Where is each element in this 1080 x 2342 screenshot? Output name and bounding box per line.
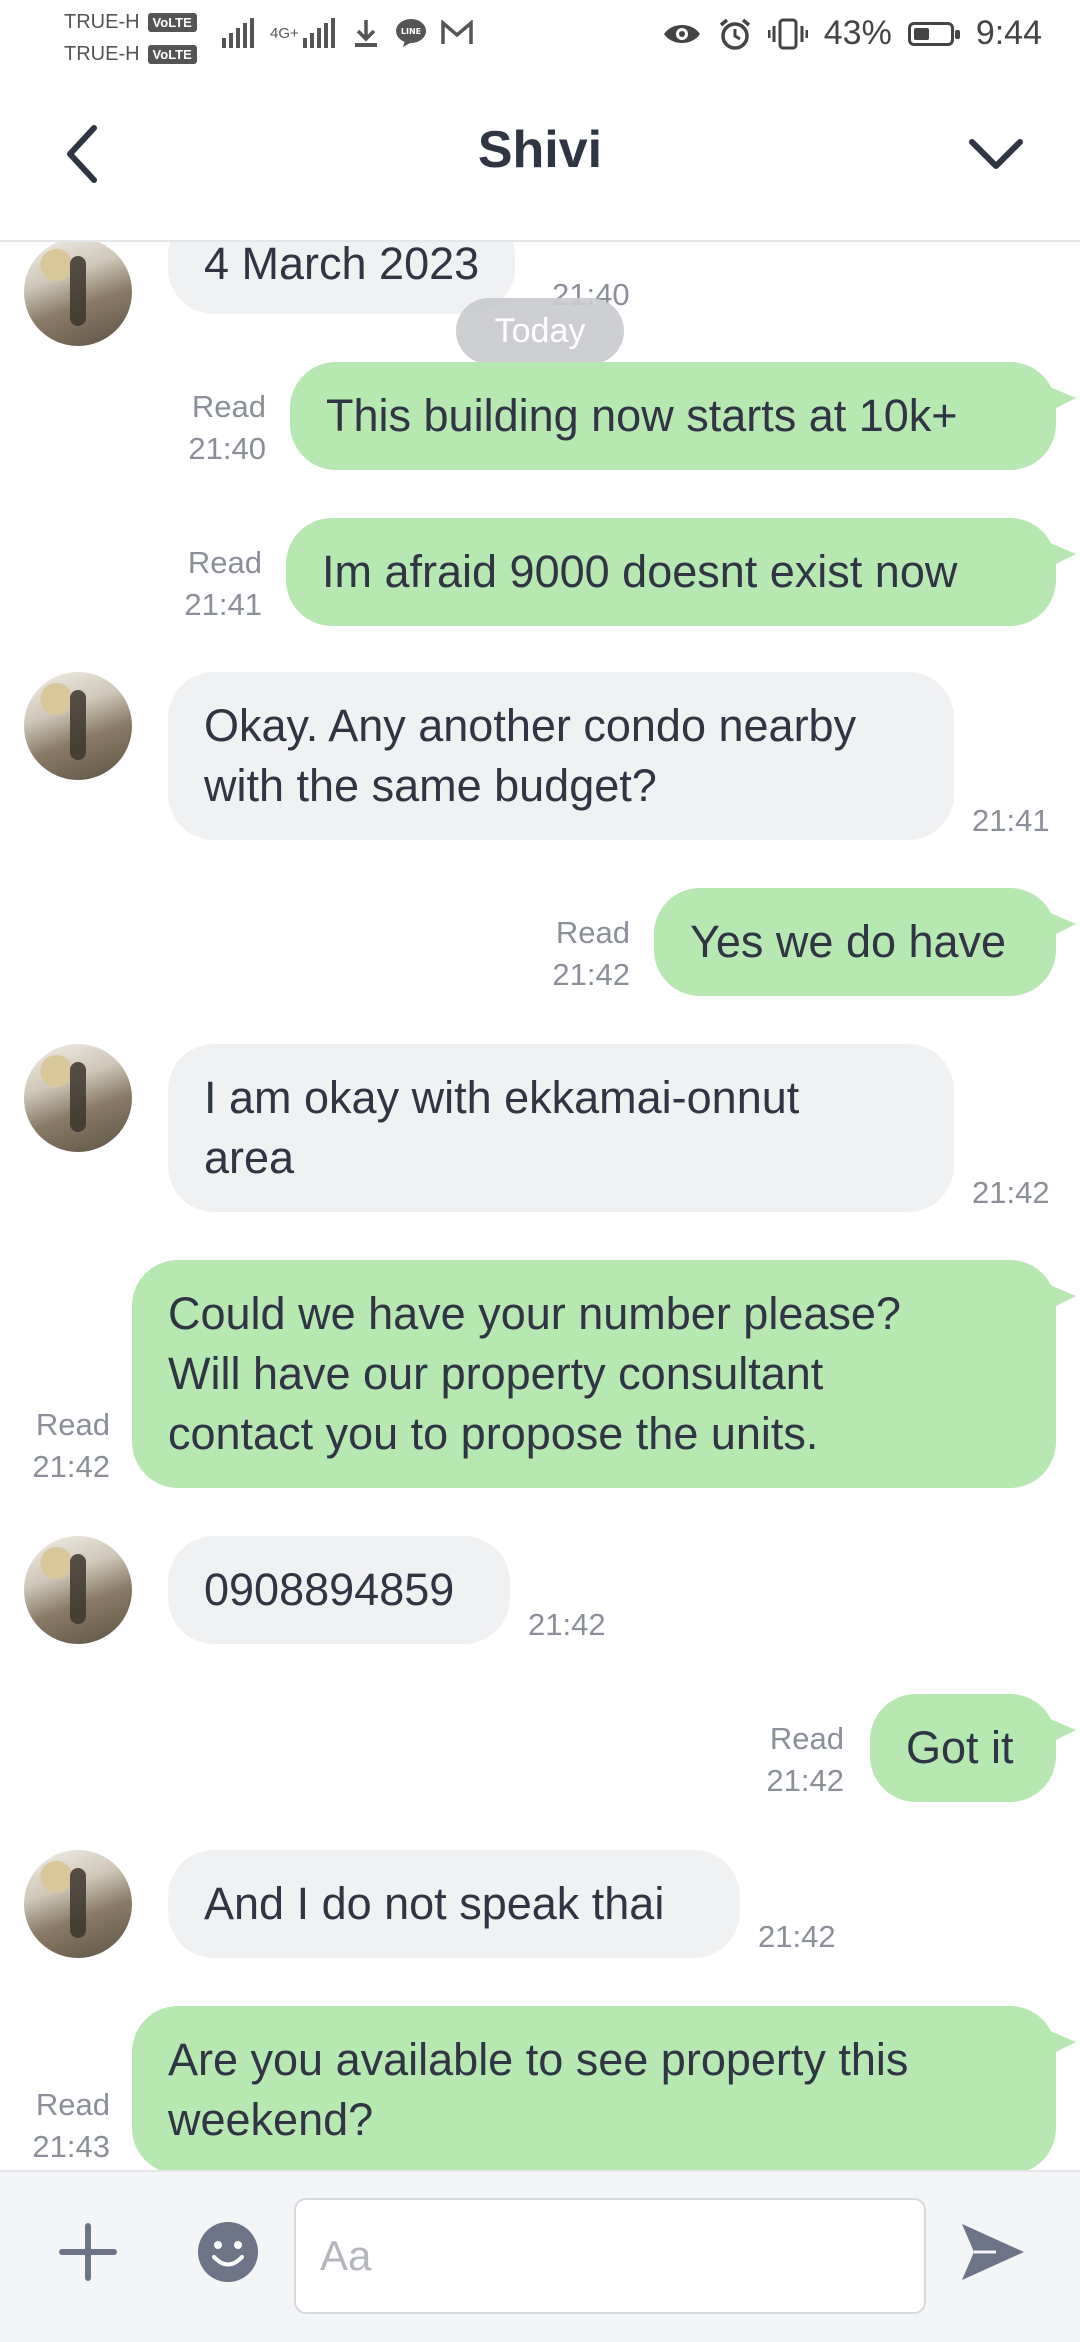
incoming-message[interactable]: 0908894859 xyxy=(168,1536,510,1644)
incoming-message[interactable]: Okay. Any another condo nearby with the … xyxy=(168,672,954,840)
chat-header: Shivi xyxy=(0,76,1080,242)
clock: 9:44 xyxy=(975,14,1042,52)
avatar[interactable] xyxy=(24,1536,132,1644)
message-line: Will have our property consultant xyxy=(168,1348,824,1399)
incoming-message[interactable]: I am okay with ekkamai-onnut area xyxy=(168,1044,954,1212)
read-status: Read xyxy=(191,389,266,424)
message-time: 21:42 xyxy=(766,1763,844,1798)
message-input[interactable] xyxy=(294,2198,926,2314)
status-right: 43% 9:44 xyxy=(662,14,1042,53)
menu-button[interactable] xyxy=(956,118,1036,190)
read-status: Read xyxy=(769,1721,844,1756)
message-time: 21:43 xyxy=(32,2129,110,2164)
message-time: 21:41 xyxy=(972,803,1050,838)
alarm-icon xyxy=(719,18,750,50)
status-bar: TRUE-H VoLTE TRUE-H VoLTE 4G+ LINE 43% 9:4… xyxy=(0,0,1080,76)
message-line: I am okay with ekkamai-onnut xyxy=(204,1072,800,1123)
input-bar xyxy=(0,2170,1080,2342)
message-meta: Read 21:42 xyxy=(734,1718,844,1802)
outgoing-message[interactable]: Are you available to see property this w… xyxy=(132,2006,1076,2170)
network-type: 4G+ xyxy=(270,24,299,42)
download-icon xyxy=(354,20,377,47)
date-chip: Today xyxy=(456,298,624,364)
message-meta: Read 21:42 xyxy=(520,912,630,996)
message-meta: Read 21:43 xyxy=(10,2084,110,2168)
message-time: 21:42 xyxy=(972,1175,1050,1210)
message-line: Are you available to see property this xyxy=(168,2034,909,2085)
message-time: 21:41 xyxy=(184,587,262,622)
avatar[interactable] xyxy=(24,240,132,346)
chat-title: Shivi xyxy=(477,121,603,179)
message-list[interactable]: 4 March 2023 21:40 Today Read 21:40 This… xyxy=(0,240,1080,2170)
message-line: weekend? xyxy=(168,2094,374,2145)
avatar[interactable] xyxy=(24,1850,132,1958)
chevron-down-icon xyxy=(969,139,1023,169)
message-meta: Read 21:42 xyxy=(10,1404,110,1488)
incoming-message[interactable]: And I do not speak thai xyxy=(168,1850,740,1958)
read-status: Read xyxy=(35,1407,110,1442)
message-time: 21:42 xyxy=(758,1919,836,1954)
outgoing-message[interactable]: Could we have your number please? Will h… xyxy=(132,1260,1076,1488)
volte-badge: VoLTE xyxy=(147,12,197,32)
outgoing-message[interactable]: Got it xyxy=(870,1694,1076,1802)
message-time: 21:42 xyxy=(528,1607,606,1642)
eye-icon xyxy=(663,24,700,43)
carrier-2: TRUE-H xyxy=(64,43,140,65)
line-app-icon: LINE xyxy=(395,19,426,47)
status-icons: 4G+ LINE xyxy=(222,18,473,48)
signal-icon xyxy=(222,18,254,48)
signal-icon xyxy=(302,18,335,48)
read-status: Read xyxy=(35,2087,110,2122)
carrier-1: TRUE-H xyxy=(64,11,140,33)
avatar[interactable] xyxy=(24,672,132,780)
gmail-icon xyxy=(441,20,473,44)
volte-badge: VoLTE xyxy=(147,44,197,64)
battery-icon xyxy=(907,21,960,46)
message-line: area xyxy=(204,1132,295,1183)
message-time: 21:42 xyxy=(32,1449,110,1484)
incoming-message[interactable]: 4 March 2023 xyxy=(168,240,516,314)
svg-text:LINE: LINE xyxy=(401,27,421,36)
message-meta: Read 21:41 xyxy=(152,542,262,626)
message-line: contact you to propose the units. xyxy=(168,1408,819,1459)
message-meta: Read 21:40 xyxy=(156,386,266,470)
message-line: Okay. Any another condo nearby xyxy=(204,700,857,751)
message-line: Could we have your number please? xyxy=(168,1288,901,1339)
plus-icon[interactable] xyxy=(58,2222,118,2282)
read-status: Read xyxy=(555,915,630,950)
send-icon[interactable] xyxy=(956,2216,1028,2288)
outgoing-message[interactable]: Im afraid 9000 doesnt exist now xyxy=(286,518,1076,626)
outgoing-message[interactable]: This building now starts at 10k+ xyxy=(290,362,1076,470)
message-time: 21:40 xyxy=(188,431,266,466)
read-status: Read xyxy=(187,545,262,580)
outgoing-message[interactable]: Yes we do have xyxy=(654,888,1076,996)
avatar[interactable] xyxy=(24,1044,132,1152)
message-time: 21:42 xyxy=(552,957,630,992)
vibrate-icon xyxy=(767,18,808,49)
carrier-info: TRUE-H VoLTE TRUE-H VoLTE xyxy=(64,6,197,70)
battery-percent: 43% xyxy=(823,14,892,52)
emoji-icon[interactable] xyxy=(198,2222,258,2282)
message-line: with the same budget? xyxy=(204,760,657,811)
battery-fill xyxy=(913,27,929,40)
